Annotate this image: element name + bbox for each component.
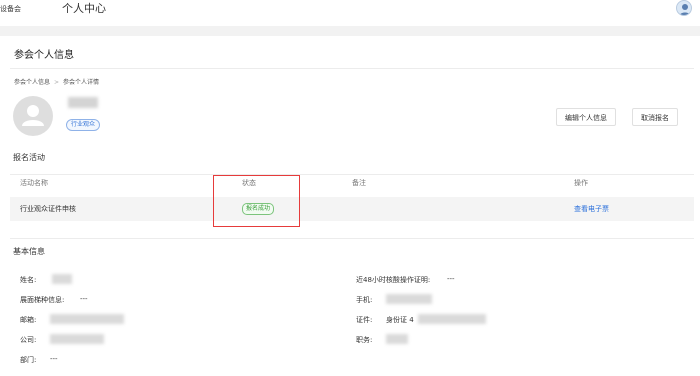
company-label: 公司: [20, 336, 37, 344]
divider [10, 238, 694, 239]
user-avatar[interactable] [676, 0, 692, 16]
status-highlight-box [213, 175, 300, 227]
email-label: 邮箱: [20, 316, 37, 324]
view-eticket-link[interactable]: 查看电子票 [574, 204, 609, 214]
profile-avatar [13, 96, 53, 136]
visitor-type-tag: 行业观众 [66, 119, 101, 131]
name-value-redacted [52, 274, 72, 284]
top-bar: i设备会 个人中心 [0, 0, 700, 26]
company-value-redacted [50, 334, 104, 344]
user-icon [22, 105, 44, 126]
phone-value-redacted [386, 294, 432, 304]
id-number-redacted [418, 314, 486, 324]
app-title: 个人中心 [62, 2, 106, 15]
name-label: 姓名: [20, 276, 37, 284]
breadcrumb: 参会个人信息 > 参会个人详情 [14, 77, 99, 86]
nucleic-test-value: --- [447, 275, 455, 283]
breadcrumb-item-detail: 参会个人详情 [63, 79, 100, 86]
basic-info-section-title: 基本信息 [13, 247, 45, 256]
dept-label: 部门: [20, 356, 37, 364]
breadcrumb-item-info[interactable]: 参会个人信息 [14, 79, 50, 86]
nucleic-test-label: 近48小时核酸操作证明: [356, 276, 431, 284]
registration-section-title: 报名活动 [13, 153, 45, 162]
id-label: 证件: [356, 316, 373, 324]
email-value-redacted [50, 314, 124, 324]
position-label: 职务: [356, 336, 373, 344]
edit-profile-button[interactable]: 编辑个人信息 [556, 108, 616, 126]
seat-label: 展面梯种信息: [20, 296, 65, 304]
column-header-note: 备注 [352, 179, 366, 187]
phone-label: 手机: [356, 296, 373, 304]
id-type: 身份证 4 [386, 316, 414, 324]
user-icon [679, 4, 691, 15]
dept-value: --- [50, 355, 58, 363]
breadcrumb-separator: > [54, 79, 60, 86]
seat-value: --- [80, 295, 88, 303]
column-header-activity: 活动名称 [20, 179, 48, 187]
profile-name-redacted [68, 97, 98, 108]
column-header-action: 操作 [574, 179, 588, 187]
brand-logo[interactable]: i设备会 [0, 4, 21, 14]
cancel-registration-button[interactable]: 取消报名 [632, 108, 678, 126]
divider [10, 68, 694, 69]
position-value-redacted [386, 334, 408, 344]
activity-name: 行业观众证件申核 [20, 205, 76, 213]
page-title: 参会个人信息 [14, 50, 74, 61]
